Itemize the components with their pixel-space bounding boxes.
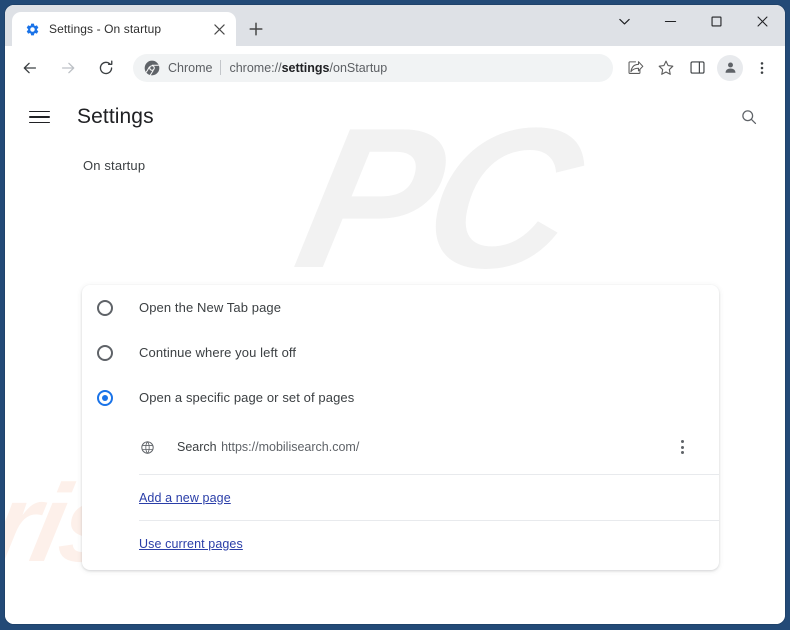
close-window-icon[interactable] xyxy=(739,5,785,38)
section-heading: On startup xyxy=(83,158,146,173)
startup-page-more-icon[interactable] xyxy=(669,434,695,460)
reload-icon[interactable] xyxy=(90,52,122,84)
add-a-new-page-link[interactable]: Add a new page xyxy=(139,491,231,505)
browser-tab[interactable]: Settings - On startup xyxy=(12,12,236,46)
maximize-icon[interactable] xyxy=(693,5,739,38)
browser-menu-icon[interactable] xyxy=(747,53,777,83)
back-arrow-icon[interactable] xyxy=(14,52,46,84)
star-icon[interactable] xyxy=(651,53,681,83)
startup-option-new-tab[interactable]: Open the New Tab page xyxy=(82,285,719,330)
startup-option-continue[interactable]: Continue where you left off xyxy=(82,330,719,375)
profile-avatar-icon[interactable] xyxy=(717,54,743,81)
globe-icon xyxy=(139,439,155,455)
tab-title: Settings - On startup xyxy=(49,22,162,36)
use-current-pages-link[interactable]: Use current pages xyxy=(139,537,243,551)
hamburger-menu-icon[interactable] xyxy=(29,104,55,130)
startup-page-url: https://mobilisearch.com/ xyxy=(221,440,360,454)
browser-window: Settings - On startup Chrome chrome://se… xyxy=(5,5,785,624)
url-prefix: chrome:// xyxy=(229,60,282,75)
add-a-new-page-row[interactable]: Add a new page xyxy=(82,475,719,520)
radio-button[interactable] xyxy=(97,299,113,316)
radio-button[interactable] xyxy=(97,344,113,361)
startup-option-label: Open a specific page or set of pages xyxy=(139,390,355,405)
url-suffix: /onStartup xyxy=(329,60,388,75)
minimize-icon[interactable] xyxy=(647,5,693,38)
omnibox-divider xyxy=(220,60,222,75)
chrome-icon xyxy=(144,60,160,76)
omnibox-chip-label: Chrome xyxy=(168,60,213,75)
share-icon[interactable] xyxy=(620,53,650,83)
startup-option-label: Continue where you left off xyxy=(139,345,297,360)
startup-option-label: Open the New Tab page xyxy=(139,300,282,315)
url-bold-segment: settings xyxy=(281,60,330,75)
omnibox-url-text: chrome://settings/onStartup xyxy=(229,61,601,75)
window-controls xyxy=(601,5,785,46)
use-current-pages-row[interactable]: Use current pages xyxy=(82,521,719,566)
close-icon[interactable] xyxy=(210,20,228,38)
tab-strip: Settings - On startup xyxy=(5,5,785,46)
page-title: Settings xyxy=(77,105,154,128)
search-icon[interactable] xyxy=(735,103,763,131)
tab-search-chevron-down-icon[interactable] xyxy=(601,5,647,38)
side-panel-icon[interactable] xyxy=(682,53,712,83)
new-tab-button[interactable] xyxy=(242,15,270,43)
startup-page-row: Search https://mobilisearch.com/ xyxy=(82,420,719,474)
browser-window-frame: Settings - On startup Chrome chrome://se… xyxy=(0,0,790,630)
on-startup-card: Open the New Tab page Continue where you… xyxy=(82,285,719,570)
radio-button-selected[interactable] xyxy=(97,389,113,406)
startup-page-title: Search xyxy=(177,440,217,454)
forward-arrow-icon[interactable] xyxy=(52,52,84,84)
address-bar[interactable]: Chrome chrome://settings/onStartup xyxy=(133,53,613,82)
browser-toolbar: Chrome chrome://settings/onStartup xyxy=(5,46,785,89)
startup-option-specific-pages[interactable]: Open a specific page or set of pages xyxy=(82,375,719,420)
gear-icon xyxy=(24,21,40,37)
settings-page: PC risk.com Settings On startup xyxy=(5,89,785,624)
startup-page-text: Search https://mobilisearch.com/ xyxy=(177,438,669,456)
settings-header: Settings xyxy=(5,89,785,145)
